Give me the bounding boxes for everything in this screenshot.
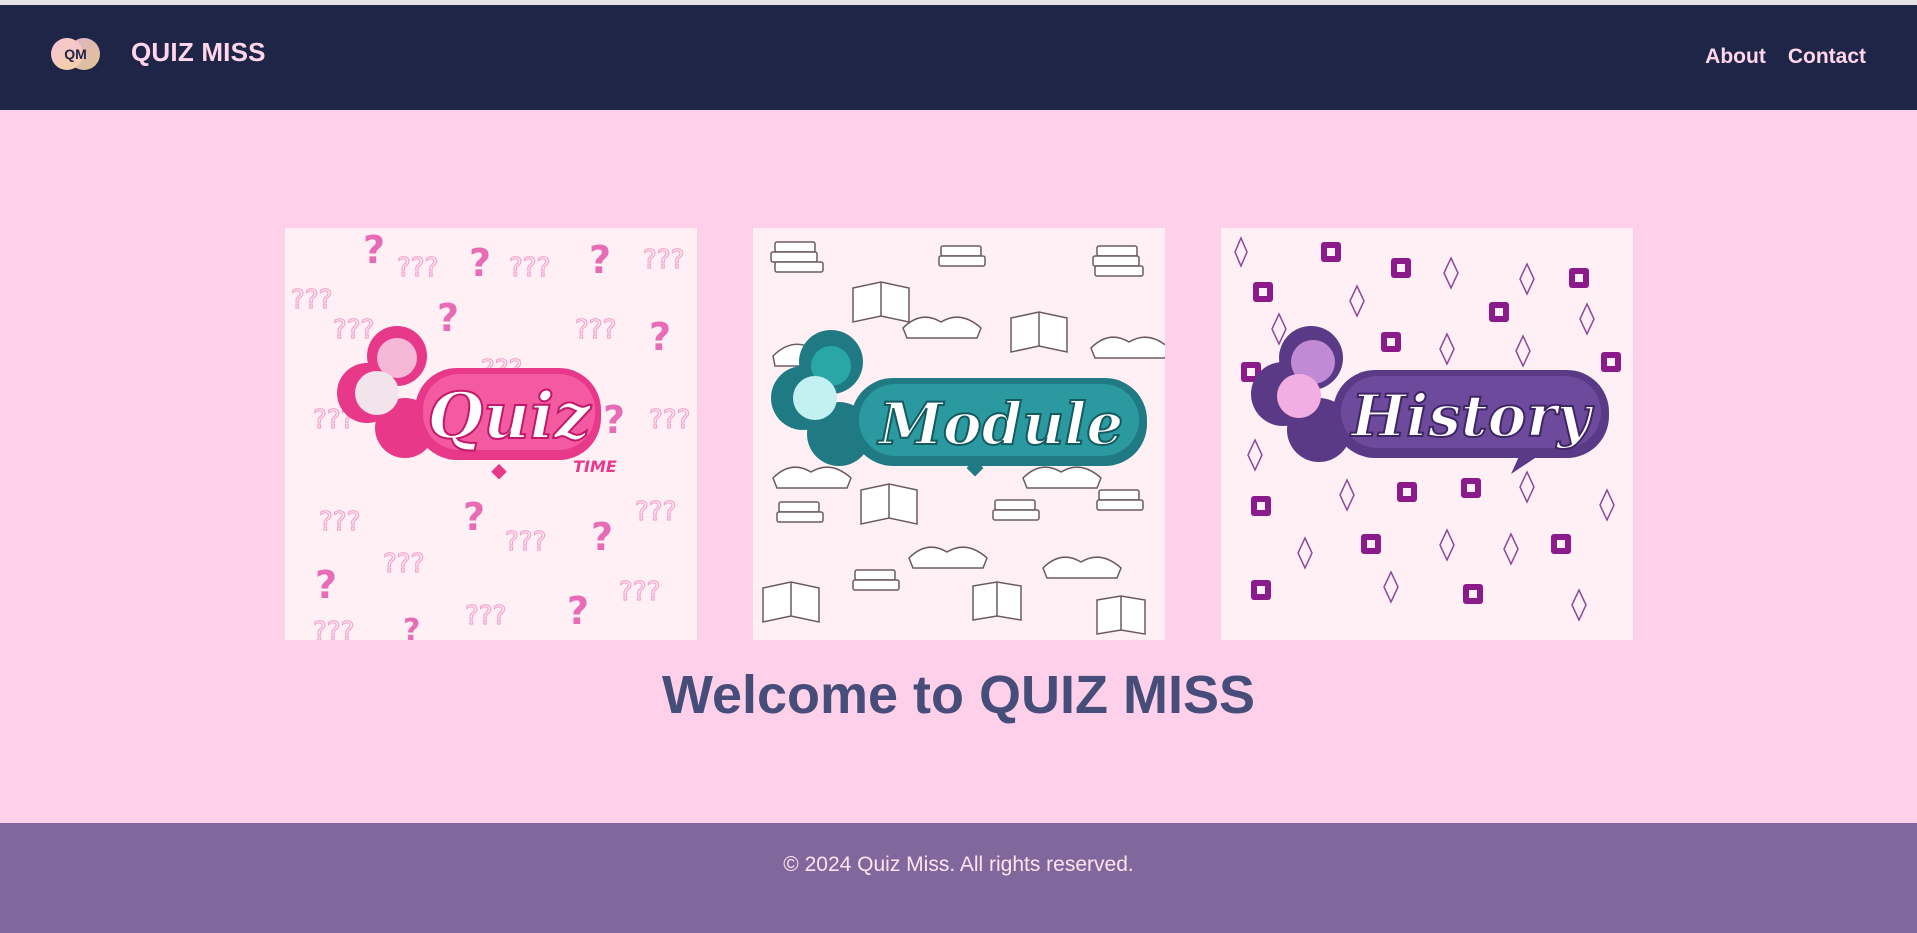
svg-text:???: ??? [509, 253, 550, 283]
svg-text:?: ? [567, 589, 589, 633]
footer [0, 823, 1917, 933]
svg-text:???: ??? [619, 577, 660, 607]
quiz-miss-logo[interactable]: QM [50, 36, 101, 72]
svg-text:???: ??? [649, 405, 690, 435]
svg-text:???: ??? [465, 601, 506, 631]
quiz-sub-label: TIME [573, 457, 617, 476]
svg-text:?: ? [403, 613, 420, 640]
module-card[interactable]: Module [753, 228, 1165, 640]
card-row: ? ? ? ? ? ? ? ? ? ? ? ??? ??? ??? ??? ??… [285, 228, 1633, 640]
sparkle-pattern-icon: History [1234, 236, 1621, 622]
svg-text:???: ??? [313, 617, 354, 640]
svg-text:?: ? [591, 515, 613, 559]
welcome-heading: Welcome to QUIZ MISS [661, 665, 1256, 725]
svg-text:?: ? [469, 241, 491, 285]
history-card[interactable]: History [1221, 228, 1633, 640]
history-label: History [1349, 382, 1595, 450]
svg-text:???: ??? [383, 549, 424, 579]
svg-text:?: ? [649, 315, 671, 359]
svg-text:QM: QM [64, 46, 87, 62]
navbar: QM QUIZ MISS About Contact [0, 5, 1917, 110]
nav-about-link[interactable]: About [1705, 45, 1766, 69]
svg-text:?: ? [603, 398, 625, 442]
question-mark-pattern-icon: ? ? ? ? ? ? ? ? ? ? ? ??? ??? ??? ??? ??… [290, 228, 691, 640]
svg-text:?: ? [437, 296, 459, 340]
book-pattern-icon: Module [762, 241, 1165, 635]
quiz-card[interactable]: ? ? ? ? ? ? ? ? ? ? ? ??? ??? ??? ??? ??… [285, 228, 697, 640]
svg-text:???: ??? [319, 507, 360, 537]
svg-text:?: ? [315, 563, 337, 607]
svg-text:???: ??? [397, 253, 438, 283]
svg-text:???: ??? [505, 527, 546, 557]
footer-copyright: © 2024 Quiz Miss. All rights reserved. [783, 853, 1134, 876]
module-label: Module [877, 390, 1124, 458]
svg-text:???: ??? [291, 285, 332, 315]
svg-text:???: ??? [635, 497, 676, 527]
svg-text:???: ??? [643, 245, 684, 275]
svg-text:?: ? [589, 238, 611, 282]
quiz-label: Quiz [428, 379, 593, 454]
svg-text:?: ? [463, 495, 485, 539]
svg-text:???: ??? [333, 315, 374, 345]
svg-text:?: ? [363, 228, 385, 272]
nav-links: About Contact [1705, 45, 1866, 69]
nav-contact-link[interactable]: Contact [1788, 45, 1866, 69]
svg-text:???: ??? [575, 315, 616, 345]
brand-title[interactable]: QUIZ MISS [131, 37, 266, 68]
